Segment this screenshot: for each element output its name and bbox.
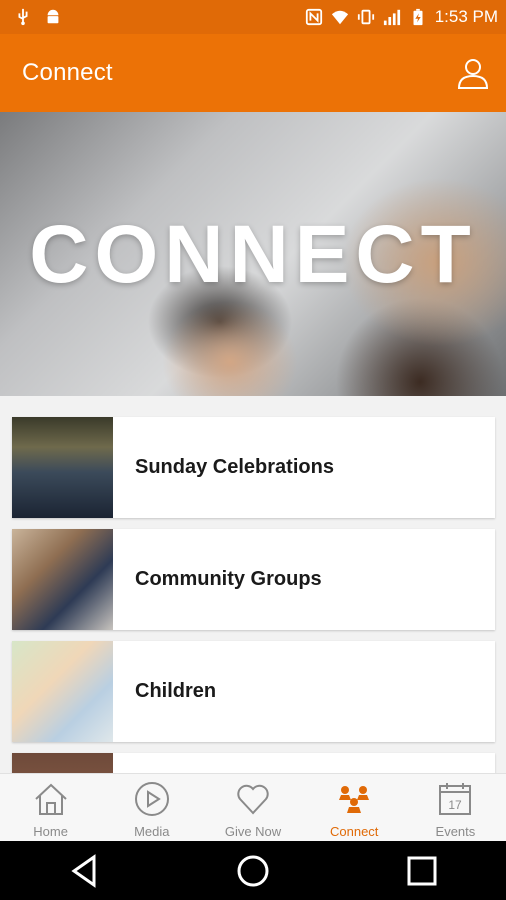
nav-give-now[interactable]: Give Now — [202, 774, 303, 842]
list-item-label: Sunday Celebrations — [135, 456, 334, 478]
play-icon — [134, 782, 169, 816]
nfc-icon — [305, 8, 322, 26]
back-icon[interactable] — [66, 853, 102, 889]
calendar-day: 17 — [449, 798, 463, 812]
nav-label: Home — [33, 824, 68, 839]
nav-events[interactable]: 17 Events — [405, 774, 506, 842]
bottom-nav: Home Media Give Now Connect 17 Events — [0, 773, 506, 842]
children-thumbnail — [12, 641, 113, 742]
nav-media[interactable]: Media — [101, 774, 202, 842]
nav-label: Give Now — [224, 824, 282, 839]
status-time: 1:53 PM — [434, 7, 498, 26]
sunday-celebrations-thumbnail — [12, 417, 113, 518]
nav-home[interactable]: Home — [0, 774, 101, 842]
people-icon — [339, 786, 370, 813]
wifi-icon — [331, 10, 348, 25]
status-bar: 1:53 PM — [0, 0, 506, 34]
system-nav-bar — [0, 841, 506, 900]
signal-icon — [383, 9, 400, 26]
list-item-sunday-celebrations[interactable]: Sunday Celebrations — [12, 417, 495, 518]
page-title: Connect — [22, 59, 113, 86]
heart-icon — [237, 784, 269, 815]
home-circle-icon[interactable] — [235, 853, 271, 889]
list-item-label: Community Groups — [135, 568, 322, 590]
nav-label: Events — [435, 824, 476, 839]
hero-banner: CONNECT — [0, 112, 506, 396]
android-icon — [47, 9, 59, 24]
community-groups-thumbnail — [12, 529, 113, 630]
usb-icon — [18, 8, 28, 26]
app-bar: Connect — [0, 34, 506, 112]
hero-text: CONNECT — [29, 209, 477, 300]
list-item-children[interactable]: Children — [12, 641, 495, 742]
user-icon[interactable] — [456, 56, 490, 90]
nav-connect[interactable]: Connect — [304, 774, 405, 842]
recents-square-icon[interactable] — [404, 853, 440, 889]
nav-label: Connect — [330, 824, 379, 839]
home-icon — [34, 783, 67, 815]
battery-charging-icon — [413, 8, 423, 26]
list-item-community-groups[interactable]: Community Groups — [12, 529, 495, 630]
nav-label: Media — [134, 824, 170, 839]
list-item-label: Children — [135, 680, 217, 702]
vibrate-icon — [357, 9, 374, 25]
calendar-icon: 17 — [439, 783, 472, 815]
